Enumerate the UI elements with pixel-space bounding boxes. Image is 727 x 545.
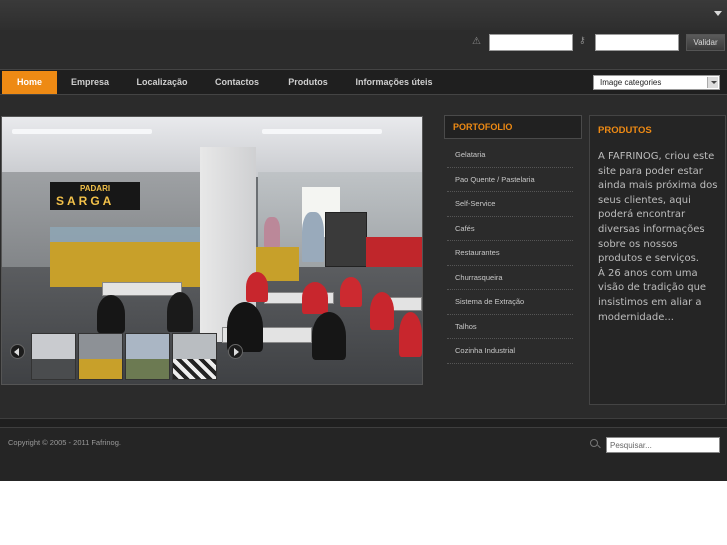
nav-item-informacoes-uteis[interactable]: Informações úteis	[350, 71, 438, 94]
slideshow-thumbnails	[7, 333, 252, 381]
photo-chair	[312, 312, 346, 360]
photo-counter	[50, 242, 202, 287]
portfolio-item-cozinha-industrial[interactable]: Cozinha Industrial	[447, 339, 573, 364]
portfolio-item-cafes[interactable]: Cafés	[447, 217, 573, 241]
produtos-text: A FAFRINOG, criou este site para poder e…	[598, 151, 718, 323]
photo-chair	[399, 312, 422, 357]
thumbnail[interactable]	[125, 333, 170, 380]
username-input[interactable]	[489, 34, 573, 51]
portfolio-header: PORTOFOLIO	[444, 115, 582, 139]
nav-item-localizacao[interactable]: Localização	[130, 71, 194, 94]
password-input[interactable]	[595, 34, 679, 51]
copyright-text: Copyright © 2005 - 2011 Fafrinog.	[8, 438, 121, 447]
site-container: ⚠ ⚷ Validar Home Empresa Localização Con…	[0, 0, 727, 481]
nav-item-contactos[interactable]: Contactos	[206, 71, 268, 94]
thumbnail[interactable]	[31, 333, 76, 380]
sign-text: PADARI	[80, 184, 111, 193]
dropdown-arrow-icon[interactable]	[714, 11, 722, 16]
photo-person	[264, 217, 280, 247]
footer-divider	[0, 418, 727, 428]
portfolio-item-self-service[interactable]: Self-Service	[447, 192, 573, 217]
thumbnail-sky	[32, 334, 75, 359]
thumbnail-ground	[126, 358, 169, 379]
photo-table	[102, 282, 182, 296]
portfolio-item-sistema-extracao[interactable]: Sistema de Extração	[447, 290, 573, 315]
photo-chair	[246, 272, 268, 302]
portfolio-item-restaurantes[interactable]: Restaurantes	[447, 241, 573, 266]
sign-text: SARGA	[56, 194, 115, 208]
portfolio-item-churrasqueira[interactable]: Churrasqueira	[447, 266, 573, 290]
footer: Copyright © 2005 - 2011 Fafrinog.	[0, 428, 727, 481]
photo-lamp	[12, 129, 152, 134]
photo-chair	[340, 277, 362, 307]
thumbnail-sky	[126, 334, 169, 359]
validar-button[interactable]: Validar	[686, 34, 725, 51]
search-input[interactable]	[606, 437, 720, 453]
portfolio-title: PORTOFOLIO	[453, 122, 513, 132]
portfolio-item-gelataria[interactable]: Gelataria	[447, 143, 573, 168]
produtos-panel: PRODUTOS A FAFRINOG, criou este site par…	[589, 115, 726, 405]
photo-chair	[370, 292, 394, 330]
warning-triangle-icon: ⚠	[472, 36, 481, 47]
login-bar: ⚠ ⚷ Validar	[0, 30, 727, 68]
portfolio-item-talhos[interactable]: Talhos	[447, 315, 573, 339]
slideshow-next-button[interactable]	[228, 344, 243, 359]
photo-chair	[97, 295, 125, 333]
image-slideshow[interactable]: PADARI SARGA	[1, 116, 423, 385]
search-icon	[590, 439, 598, 447]
thumbnail[interactable]	[78, 333, 123, 380]
top-band	[0, 0, 727, 30]
photo-lamp	[262, 129, 382, 134]
thumbnail-sky	[173, 334, 216, 359]
nav-item-home[interactable]: Home	[2, 71, 57, 94]
photo-person	[302, 212, 324, 262]
photo-chair	[167, 292, 193, 332]
nav-item-produtos[interactable]: Produtos	[280, 71, 336, 94]
thumbnail-ground	[32, 358, 75, 379]
chevron-down-icon	[707, 77, 718, 88]
photo-fridge	[325, 212, 367, 267]
photo-chair	[302, 282, 328, 314]
produtos-title: PRODUTOS	[598, 125, 652, 136]
nav-item-empresa[interactable]: Empresa	[60, 71, 120, 94]
portfolio-item-pao-quente[interactable]: Pao Quente / Pastelaria	[447, 168, 573, 192]
main-nav: Home Empresa Localização Contactos Produ…	[0, 69, 727, 95]
thumbnail-ground	[79, 358, 122, 379]
key-icon: ⚷	[579, 36, 586, 46]
thumbnail-ground	[173, 358, 216, 379]
portfolio-list: Gelataria Pao Quente / Pastelaria Self-S…	[447, 143, 573, 364]
thumbnail-sky	[79, 334, 122, 359]
bakery-sign: PADARI SARGA	[50, 182, 140, 210]
select-value: Image categories	[600, 78, 662, 87]
image-categories-select[interactable]: Image categories	[593, 75, 720, 90]
thumbnail[interactable]	[172, 333, 217, 380]
